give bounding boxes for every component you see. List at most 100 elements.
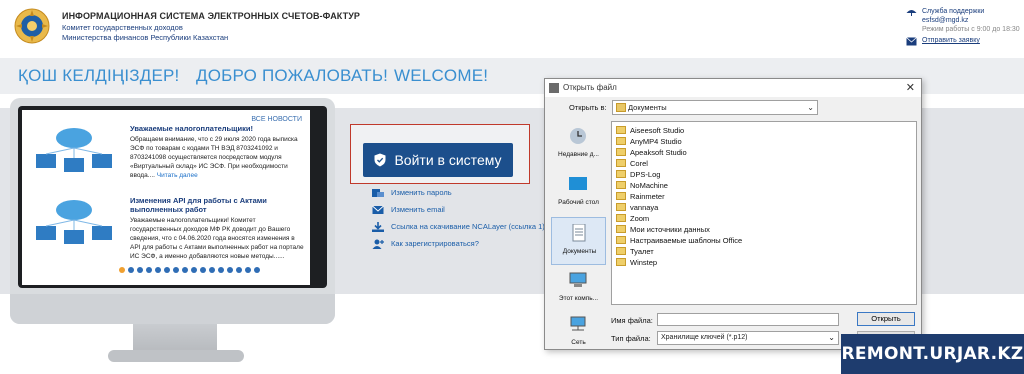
pagination-dot[interactable] [146, 267, 152, 273]
send-request-link[interactable]: Отправить заявку [922, 37, 980, 44]
documents-icon [572, 224, 586, 242]
list-item[interactable]: Туалет [616, 246, 654, 257]
list-item[interactable]: Мои источники данных [616, 224, 710, 235]
pagination-dot[interactable] [182, 267, 188, 273]
pagination-dot[interactable] [128, 267, 134, 273]
open-button[interactable]: Открыть [857, 312, 915, 326]
pagination-dot[interactable] [164, 267, 170, 273]
support-email[interactable]: esfsd@mgd.kz [906, 16, 1024, 25]
pagination-dot[interactable] [254, 267, 260, 273]
folder-icon [616, 225, 626, 233]
folder-icon [616, 236, 626, 244]
list-item[interactable]: Corel [616, 158, 648, 169]
envelope-icon [906, 37, 917, 46]
welcome-russian: ДОБРО ПОЖАЛОВАТЬ! [196, 66, 389, 85]
list-item[interactable]: Настраиваемые шаблоны Office [616, 235, 742, 246]
key-icon [372, 189, 384, 197]
login-highlight: Войти в систему [350, 124, 530, 184]
list-item[interactable]: Zoom [616, 213, 649, 224]
network-illustration [36, 128, 112, 172]
watermark: REMONT.URJAR.KZ [841, 334, 1024, 374]
list-item[interactable]: Rainmeter [616, 191, 665, 202]
pagination-dot[interactable] [236, 267, 242, 273]
folder-icon [616, 126, 626, 134]
pagination-dot[interactable] [155, 267, 161, 273]
mail-icon [372, 205, 384, 214]
list-item[interactable]: AnyMP4 Studio [616, 136, 682, 147]
app-icon [549, 83, 559, 93]
news-item[interactable]: Изменения API для работы с Актами выполн… [26, 196, 306, 262]
network-icon [570, 316, 586, 331]
chevron-down-icon: ⌄ [828, 333, 835, 342]
folder-icon [616, 203, 626, 211]
monitor-chin [10, 294, 335, 324]
place-desktop[interactable]: Рабочий стол [551, 169, 606, 217]
pagination-dot[interactable] [119, 267, 125, 273]
site-header: ИНФОРМАЦИОННАЯ СИСТЕМА ЭЛЕКТРОННЫХ СЧЕТО… [0, 0, 1024, 52]
place-this-pc[interactable]: Этот компь... [551, 265, 606, 313]
look-in-label: Открыть в: [569, 103, 607, 112]
list-item[interactable]: NoMachine [616, 180, 668, 191]
folder-icon [616, 137, 626, 145]
folder-icon [616, 170, 626, 178]
pagination-dot[interactable] [245, 267, 251, 273]
list-item[interactable]: Apeaksoft Studio [616, 147, 687, 158]
place-network[interactable]: Сеть [551, 309, 606, 357]
list-item[interactable]: Aiseesoft Studio [616, 125, 684, 136]
news-body: Уважаемые налогоплательщики! Комитет гос… [130, 217, 304, 260]
support-hours: Режим работы с 9:00 до 18:30 [922, 26, 1020, 33]
folder-icon [616, 192, 626, 200]
change-email-link[interactable]: Изменить email [372, 205, 545, 222]
news-panel: ВСЕ НОВОСТИ Уважаемые налогоплательщики!… [22, 110, 310, 285]
news-body: Обращаем внимание, что с 29 июля 2020 го… [130, 136, 298, 179]
list-item[interactable]: DPS-Log [616, 169, 660, 180]
how-to-register-link[interactable]: Как зарегистрироваться? [372, 239, 545, 256]
news-title: Изменения API для работы с Актами выполн… [130, 196, 267, 214]
login-button[interactable]: Войти в систему [363, 143, 513, 177]
pagination-dot[interactable] [218, 267, 224, 273]
close-icon[interactable]: ✕ [906, 81, 915, 94]
pagination-dot[interactable] [137, 267, 143, 273]
pagination-dot[interactable] [191, 267, 197, 273]
shield-icon [374, 153, 386, 167]
computer-icon [569, 272, 587, 287]
filename-input[interactable] [657, 313, 839, 326]
filetype-dropdown[interactable]: Хранилище ключей (*.p12) ⌄ [657, 331, 839, 345]
folder-icon [616, 247, 626, 255]
support-label: Служба поддержки [922, 8, 985, 15]
recent-places-icon [570, 128, 586, 144]
folder-icon [616, 103, 626, 112]
change-password-link[interactable]: Изменить пароль [372, 188, 545, 205]
pagination-dot[interactable] [200, 267, 206, 273]
place-documents[interactable]: Документы [551, 217, 606, 265]
list-item[interactable]: vannaya [616, 202, 658, 213]
user-add-icon [372, 239, 384, 249]
monitor-frame: ВСЕ НОВОСТИ Уважаемые налогоплательщики!… [10, 98, 335, 324]
folder-icon [616, 181, 626, 189]
places-bar: Недавние д... Рабочий стол Документы Это… [551, 121, 606, 347]
support-block: Служба поддержки esfsd@mgd.kz Режим рабо… [906, 7, 1024, 46]
dialog-titlebar: Открыть файл ✕ [545, 79, 921, 97]
login-button-label: Войти в систему [394, 152, 502, 168]
place-recent[interactable]: Недавние д... [551, 121, 606, 169]
look-in-dropdown[interactable]: Документы ⌄ [612, 100, 818, 115]
news-item[interactable]: Уважаемые налогоплательщики! Обращаем вн… [26, 124, 306, 186]
network-illustration [36, 200, 112, 244]
filetype-label: Тип файла: [611, 334, 651, 343]
dialog-title: Открыть файл [563, 83, 617, 92]
all-news-link[interactable]: ВСЕ НОВОСТИ [251, 116, 302, 123]
welcome-kazakh: ҚОШ КЕЛДІҢІЗДЕР! [18, 66, 180, 85]
file-list[interactable]: Aiseesoft Studio AnyMP4 Studio Apeaksoft… [611, 121, 917, 305]
pagination-dot[interactable] [173, 267, 179, 273]
pagination-dot[interactable] [209, 267, 215, 273]
org-title: ИНФОРМАЦИОННАЯ СИСТЕМА ЭЛЕКТРОННЫХ СЧЕТО… [62, 11, 361, 21]
monitor-base [108, 350, 244, 362]
desktop-icon [569, 177, 587, 190]
pagination-dot[interactable] [227, 267, 233, 273]
news-title: Уважаемые налогоплательщики! [130, 124, 253, 133]
ncalayer-download-link[interactable]: Ссылка на скачивание NCALayer (ссылка 1) [372, 222, 545, 239]
list-item[interactable]: Winstep [616, 257, 657, 268]
folder-icon [616, 159, 626, 167]
org-subtitle-ministry: Министерства финансов Республики Казахст… [62, 33, 229, 42]
read-more-link[interactable]: Читать далее [157, 172, 198, 179]
